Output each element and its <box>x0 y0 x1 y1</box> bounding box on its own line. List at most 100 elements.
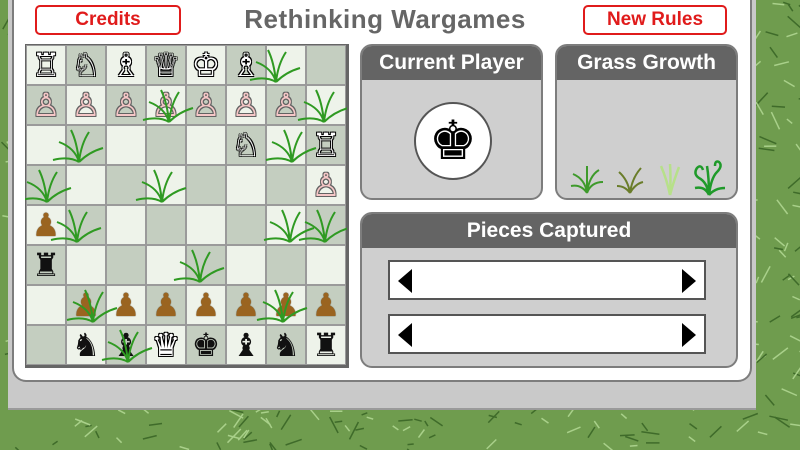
board-square[interactable] <box>266 125 306 165</box>
chess-piece[interactable]: ♟ <box>152 289 181 321</box>
board-square[interactable] <box>66 165 106 205</box>
board-square[interactable] <box>66 125 106 165</box>
board-square[interactable] <box>266 165 306 205</box>
board-square[interactable]: ♜ <box>306 325 346 365</box>
board-square[interactable] <box>26 285 66 325</box>
board-square[interactable]: ♟ <box>266 285 306 325</box>
chess-piece[interactable]: ♜ <box>32 249 61 281</box>
board-square[interactable]: ♟ <box>106 285 146 325</box>
board-square[interactable] <box>266 45 306 85</box>
chess-piece[interactable]: ♖ <box>312 129 341 161</box>
board-square[interactable]: ♙ <box>186 85 226 125</box>
board-square[interactable] <box>106 165 146 205</box>
board-square[interactable] <box>186 205 226 245</box>
chess-piece[interactable]: ♝ <box>232 329 261 361</box>
board-square[interactable] <box>26 165 66 205</box>
board-square[interactable]: ♙ <box>226 85 266 125</box>
chess-piece[interactable]: ♜ <box>312 329 341 361</box>
chess-board[interactable]: ♖ ♘ ♗ ♕ ♔ ♗ ♙ ♙ ♙ ♙ ♙ ♙ ♙ ♘ ♖ ♙ ♟ ♜ ♟ ♟ ♟ ♟ ♟ ♟ ♟ ♞ ♝ ♛ ♚ ♝ ♞ ♜ <box>25 44 349 368</box>
board-square[interactable] <box>186 245 226 285</box>
board-square[interactable] <box>26 325 66 365</box>
board-square[interactable]: ♟ <box>186 285 226 325</box>
chess-piece[interactable]: ♗ <box>112 49 141 81</box>
board-square[interactable]: ♟ <box>226 285 266 325</box>
board-square[interactable] <box>106 125 146 165</box>
chess-piece[interactable]: ♚ <box>192 329 221 361</box>
board-square[interactable]: ♞ <box>266 325 306 365</box>
chess-piece[interactable]: ♙ <box>232 89 261 121</box>
chess-piece[interactable]: ♙ <box>32 89 61 121</box>
chess-piece[interactable]: ♟ <box>32 209 61 241</box>
board-square[interactable] <box>226 165 266 205</box>
board-square[interactable] <box>66 205 106 245</box>
chess-piece[interactable]: ♟ <box>272 289 301 321</box>
board-square[interactable]: ♜ <box>26 245 66 285</box>
chess-piece[interactable]: ♟ <box>312 289 341 321</box>
chess-piece[interactable]: ♙ <box>152 89 181 121</box>
board-square[interactable]: ♙ <box>106 85 146 125</box>
board-square[interactable] <box>146 205 186 245</box>
chess-piece[interactable]: ♞ <box>72 329 101 361</box>
board-square[interactable] <box>306 85 346 125</box>
chess-piece[interactable]: ♘ <box>72 49 101 81</box>
board-square[interactable]: ♛ <box>146 325 186 365</box>
credits-button[interactable]: Credits <box>35 5 181 35</box>
board-square[interactable]: ♟ <box>146 285 186 325</box>
board-square[interactable]: ♘ <box>66 45 106 85</box>
board-square[interactable] <box>266 245 306 285</box>
board-square[interactable] <box>306 205 346 245</box>
chess-piece[interactable]: ♕ <box>152 49 181 81</box>
board-square[interactable] <box>146 125 186 165</box>
chess-piece[interactable]: ♙ <box>312 169 341 201</box>
board-square[interactable]: ♟ <box>26 205 66 245</box>
board-square[interactable] <box>226 205 266 245</box>
scroll-left-arrow-icon[interactable] <box>398 269 412 293</box>
board-square[interactable] <box>226 245 266 285</box>
chess-piece[interactable]: ♖ <box>32 49 61 81</box>
board-square[interactable]: ♙ <box>306 165 346 205</box>
chess-piece[interactable]: ♞ <box>272 329 301 361</box>
board-square[interactable]: ♟ <box>306 285 346 325</box>
chess-piece[interactable]: ♙ <box>192 89 221 121</box>
board-square[interactable] <box>146 245 186 285</box>
board-square[interactable]: ♝ <box>106 325 146 365</box>
board-square[interactable]: ♝ <box>226 325 266 365</box>
board-square[interactable]: ♗ <box>106 45 146 85</box>
chess-piece[interactable]: ♙ <box>112 89 141 121</box>
board-square[interactable]: ♗ <box>226 45 266 85</box>
new-rules-button[interactable]: New Rules <box>583 5 727 35</box>
board-square[interactable]: ♖ <box>306 125 346 165</box>
board-square[interactable]: ♞ <box>66 325 106 365</box>
scroll-right-arrow-icon[interactable] <box>682 269 696 293</box>
board-square[interactable] <box>106 205 146 245</box>
board-square[interactable]: ♙ <box>146 85 186 125</box>
board-square[interactable] <box>106 245 146 285</box>
board-square[interactable]: ♔ <box>186 45 226 85</box>
scroll-right-arrow-icon[interactable] <box>682 323 696 347</box>
chess-piece[interactable]: ♝ <box>112 329 141 361</box>
board-square[interactable]: ♖ <box>26 45 66 85</box>
chess-piece[interactable]: ♟ <box>112 289 141 321</box>
chess-piece[interactable]: ♟ <box>72 289 101 321</box>
chess-piece[interactable]: ♟ <box>192 289 221 321</box>
board-square[interactable] <box>146 165 186 205</box>
board-square[interactable]: ♚ <box>186 325 226 365</box>
scroll-left-arrow-icon[interactable] <box>398 323 412 347</box>
board-square[interactable] <box>266 205 306 245</box>
chess-piece[interactable]: ♘ <box>232 129 261 161</box>
chess-piece[interactable]: ♛ <box>152 329 181 361</box>
board-square[interactable]: ♕ <box>146 45 186 85</box>
board-square[interactable] <box>26 125 66 165</box>
board-square[interactable] <box>306 245 346 285</box>
board-square[interactable]: ♘ <box>226 125 266 165</box>
board-square[interactable] <box>186 125 226 165</box>
board-square[interactable]: ♙ <box>266 85 306 125</box>
board-square[interactable] <box>186 165 226 205</box>
chess-piece[interactable]: ♔ <box>192 49 221 81</box>
board-square[interactable]: ♟ <box>66 285 106 325</box>
board-square[interactable] <box>306 45 346 85</box>
chess-piece[interactable]: ♟ <box>232 289 261 321</box>
chess-piece[interactable]: ♙ <box>72 89 101 121</box>
board-square[interactable] <box>66 245 106 285</box>
chess-piece[interactable]: ♙ <box>272 89 301 121</box>
